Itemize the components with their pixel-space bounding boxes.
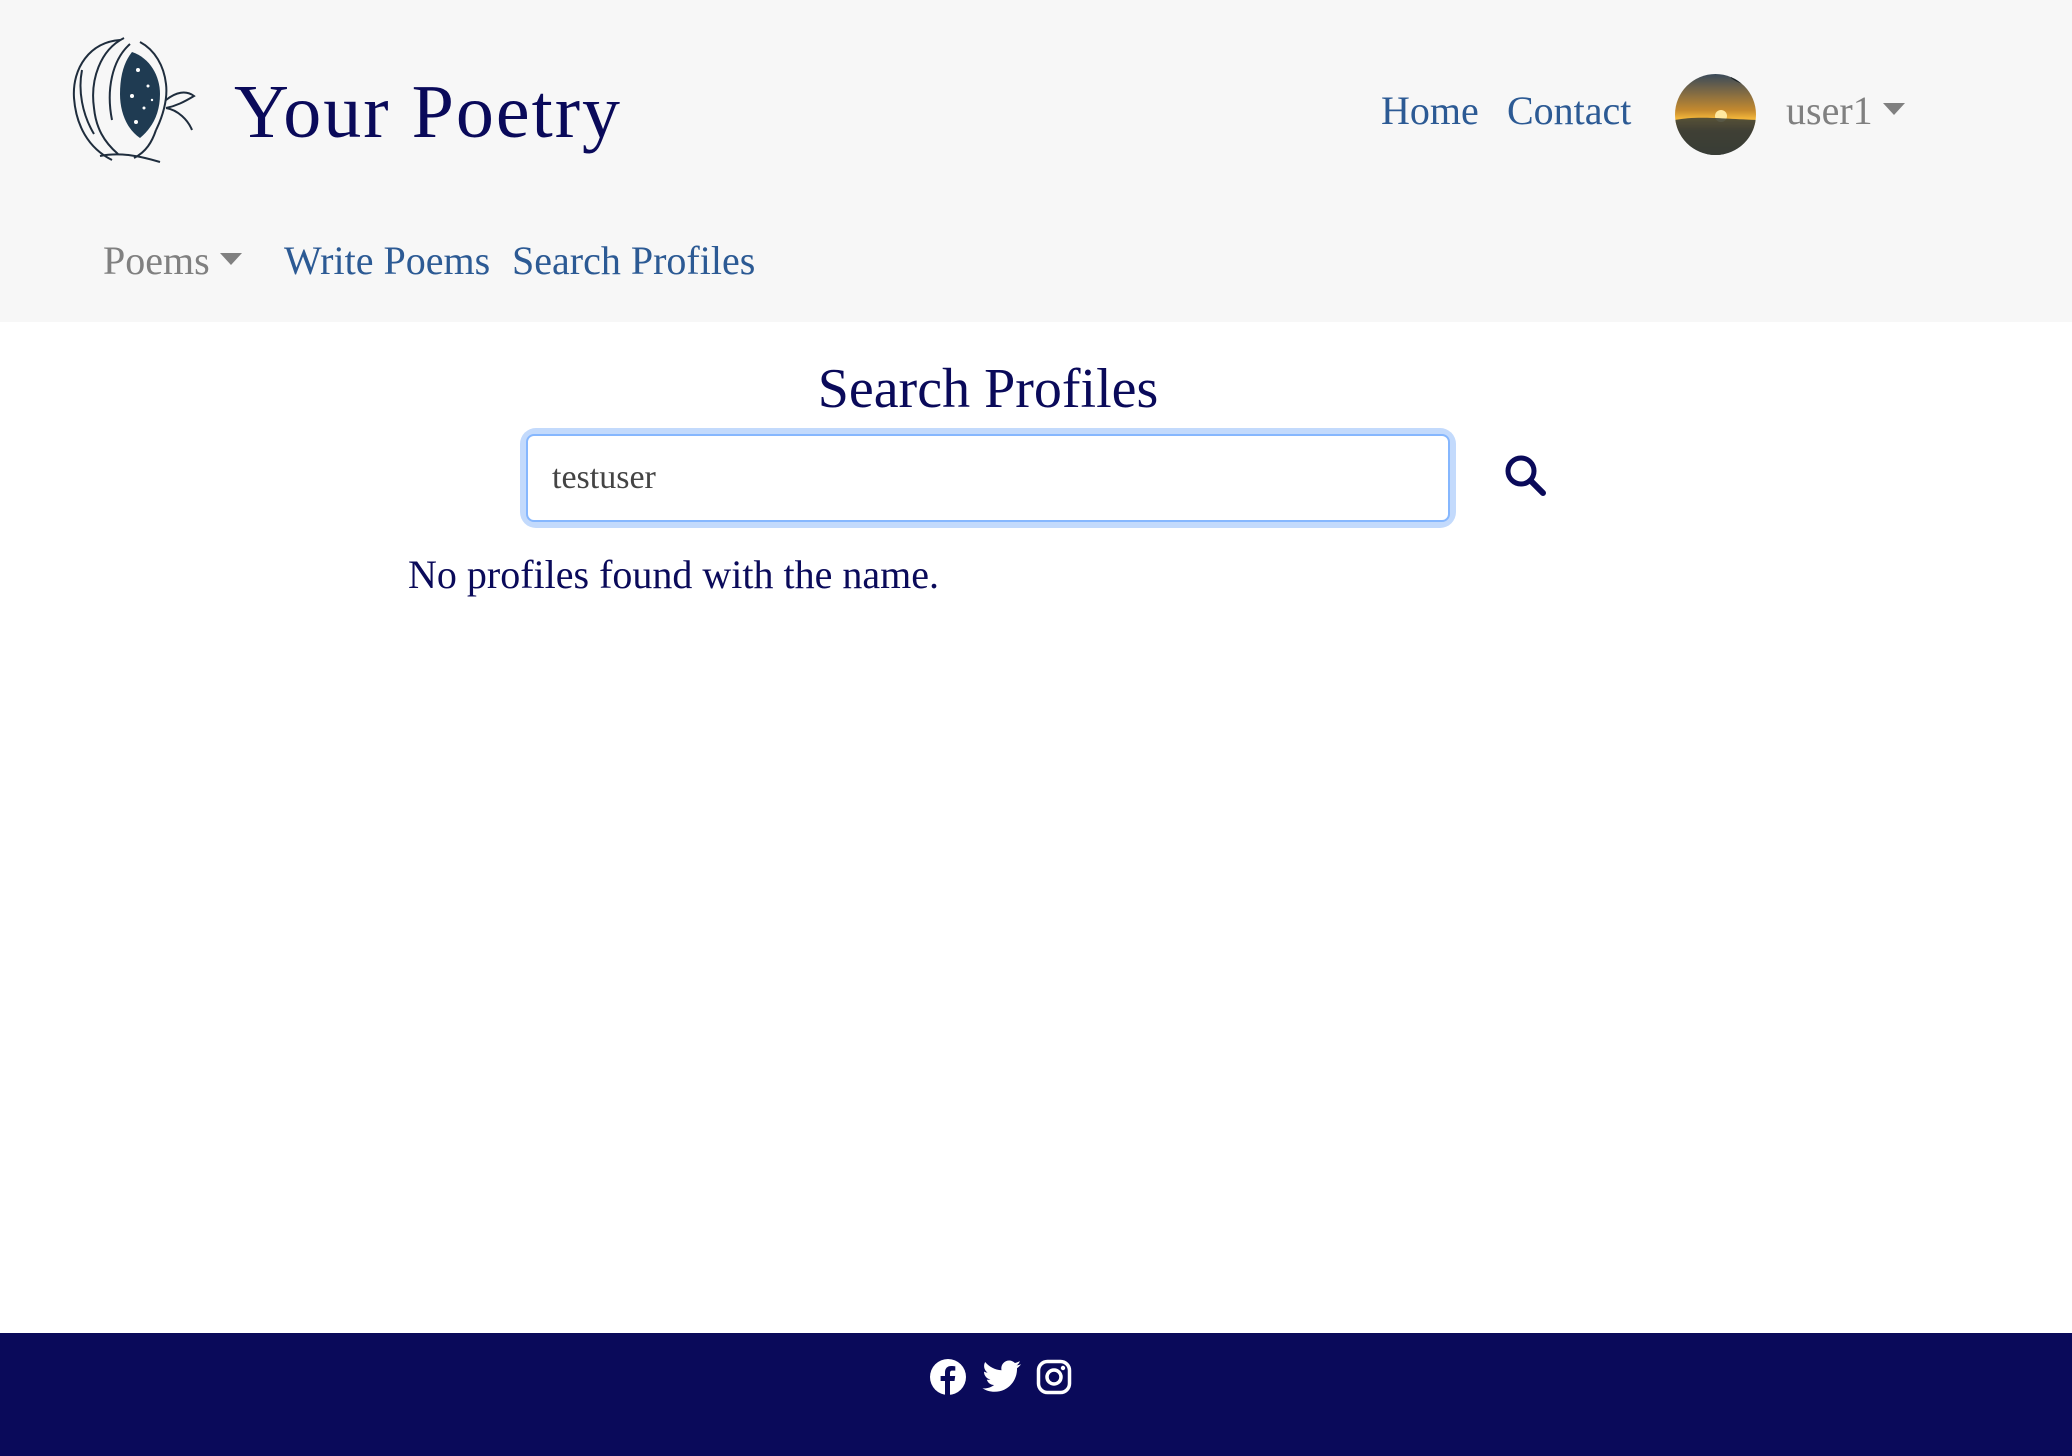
- no-results-message: No profiles found with the name.: [408, 552, 939, 597]
- page-title: Search Profiles: [817, 358, 1159, 420]
- user-menu-toggle[interactable]: user1: [1786, 86, 1905, 136]
- instagram-icon: [1036, 1359, 1072, 1395]
- search-input[interactable]: [526, 434, 1450, 522]
- nav-contact-link[interactable]: Contact: [1507, 86, 1631, 136]
- search-field-wrapper: [526, 434, 1450, 522]
- instagram-link[interactable]: [1034, 1357, 1074, 1397]
- chevron-down-icon: [219, 252, 242, 265]
- twitter-icon: [982, 1360, 1021, 1392]
- poems-label: Poems: [103, 238, 210, 283]
- top-navbar: Your Poetry Home Contact user1 Poems Wri…: [0, 0, 2072, 322]
- nav-home-link[interactable]: Home: [1381, 86, 1479, 136]
- avatar[interactable]: [1675, 74, 1756, 155]
- sunset-photo: [1675, 74, 1756, 155]
- facebook-link[interactable]: [928, 1357, 968, 1397]
- poet-face-logo[interactable]: [60, 30, 204, 166]
- brand-title[interactable]: Your Poetry: [234, 62, 622, 162]
- nav-write-poems-link[interactable]: Write Poems: [284, 236, 490, 286]
- twitter-link[interactable]: [982, 1357, 1022, 1397]
- nav-search-profiles-link[interactable]: Search Profiles: [512, 236, 755, 286]
- poems-dropdown-toggle[interactable]: Poems: [103, 236, 242, 286]
- username-label: user1: [1786, 88, 1873, 133]
- search-icon: [1505, 455, 1546, 496]
- chevron-down-icon: [1882, 102, 1905, 115]
- search-button[interactable]: [1494, 444, 1556, 506]
- facebook-icon: [930, 1359, 966, 1395]
